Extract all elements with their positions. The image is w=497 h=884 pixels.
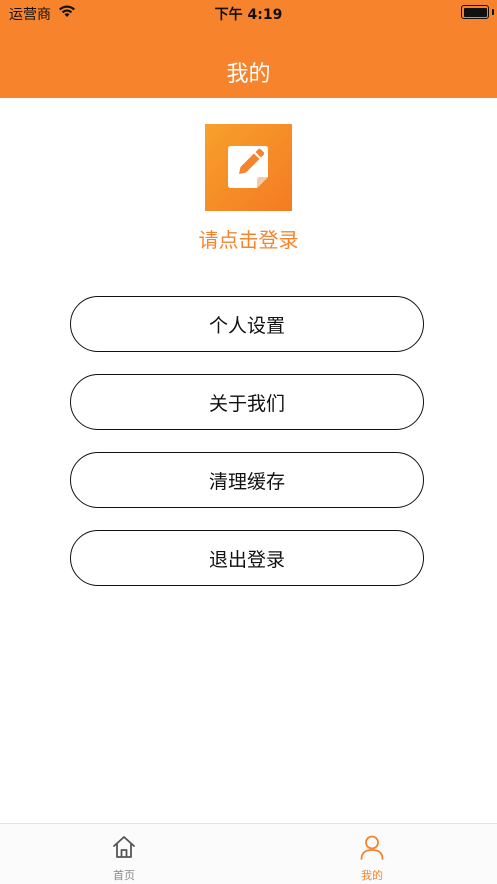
logout-button[interactable]: 退出登录 (70, 530, 424, 586)
edit-note-icon[interactable] (205, 124, 292, 211)
battery-icon (461, 5, 489, 19)
tab-mine-label: 我的 (361, 869, 383, 882)
user-icon (359, 834, 385, 860)
personal-settings-button[interactable]: 个人设置 (70, 296, 424, 352)
status-bar: 运营商 下午 4:19 (0, 0, 497, 26)
tab-mine[interactable]: 我的 (248, 824, 496, 884)
login-prompt-link[interactable]: 请点击登录 (0, 224, 497, 253)
page-title: 我的 (226, 62, 271, 87)
clear-cache-button[interactable]: 清理缓存 (70, 452, 424, 508)
status-time: 下午 4:19 (214, 7, 283, 23)
battery-tip (492, 9, 494, 15)
home-icon (111, 834, 137, 860)
about-us-button[interactable]: 关于我们 (70, 374, 424, 430)
tab-bar: 首页 我的 (0, 823, 497, 884)
tab-home-label: 首页 (113, 869, 135, 882)
tab-home[interactable]: 首页 (0, 824, 248, 884)
nav-header: 运营商 下午 4:19 我的 (0, 0, 497, 98)
